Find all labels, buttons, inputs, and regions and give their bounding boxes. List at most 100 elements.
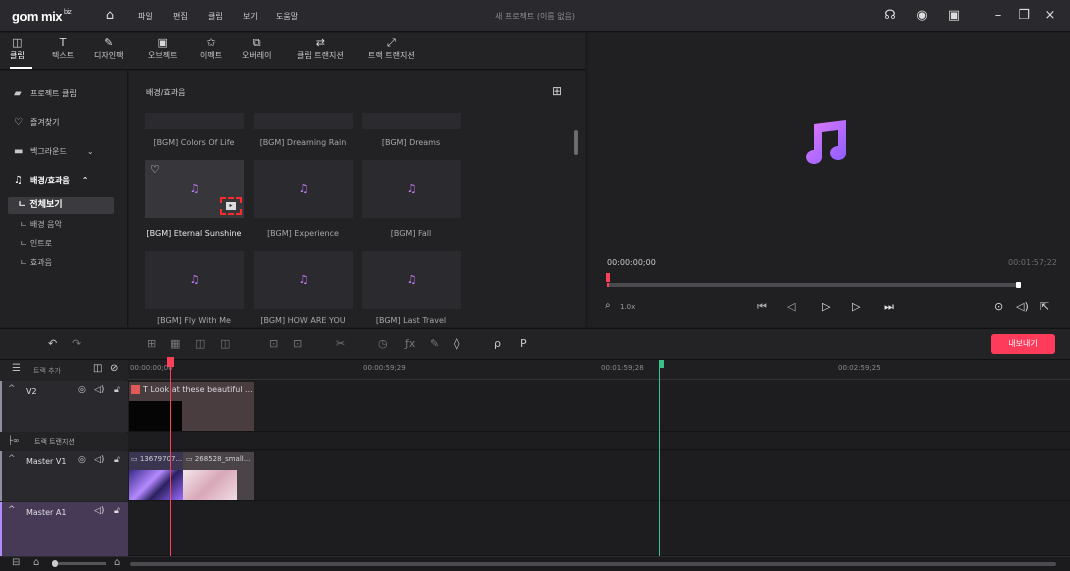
playhead-handle[interactable]: [167, 357, 174, 367]
play-icon[interactable]: ▷: [822, 300, 830, 313]
sidebar-item-bgm-sfx[interactable]: ♫ 배경/효과음 ⌃: [14, 174, 88, 188]
sidebar-sub-intro[interactable]: ㄴ 인트로: [20, 238, 52, 249]
skip-start-icon[interactable]: ⏮: [757, 300, 767, 314]
mute-icon[interactable]: ◁): [94, 506, 104, 516]
redo-icon[interactable]: ↷: [72, 337, 81, 350]
copy-icon[interactable]: ▦: [170, 337, 180, 350]
transition-link-icon: ├∞: [8, 436, 20, 445]
split-icon[interactable]: ⊞: [147, 337, 156, 350]
pop-out-icon[interactable]: ⇱: [1040, 300, 1049, 313]
close-icon[interactable]: ×: [1042, 8, 1058, 24]
chevron-down-icon: ⌄: [86, 147, 94, 156]
eye-icon[interactable]: ◎: [78, 385, 86, 395]
marker-icon[interactable]: ρ: [494, 337, 501, 350]
media-thumb[interactable]: [145, 113, 244, 129]
track-v2-name: V2: [26, 387, 37, 396]
track-v2-header: [0, 381, 128, 432]
zoom-in-icon[interactable]: ⌂: [114, 557, 120, 568]
frame-back-icon[interactable]: ◁: [787, 300, 795, 313]
mute-icon[interactable]: ◁): [94, 455, 104, 465]
document-title: 새 프로젝트 (이름 없음): [494, 12, 576, 21]
overlay-icon: ⧉: [252, 36, 261, 49]
tab-effect[interactable]: ✩ 이펙트: [200, 36, 222, 61]
add-to-timeline-highlight[interactable]: ▸: [220, 197, 242, 215]
shield-icon[interactable]: ◊: [454, 337, 459, 350]
text-clip-icon: [131, 385, 140, 394]
support-icon[interactable]: ☊: [882, 8, 898, 24]
tab-design-pack[interactable]: ✎ 디자인팩: [94, 36, 123, 61]
sidebar-item-favorites[interactable]: ♡ 즐겨찾기: [14, 116, 59, 130]
pen-icon[interactable]: ✎: [430, 337, 439, 350]
collapse-icon[interactable]: ^: [8, 384, 16, 394]
text-icon: T: [59, 36, 67, 49]
library-scrollbar[interactable]: [574, 130, 578, 155]
track-lock-icon[interactable]: ◫: [93, 363, 102, 374]
track-master-a1: [0, 502, 1070, 556]
link-icon[interactable]: ⊘: [110, 363, 118, 374]
active-tab-indicator: [10, 67, 32, 69]
undo-icon[interactable]: ↶: [48, 337, 57, 350]
zoom-icon[interactable]: ⌕: [605, 300, 611, 311]
lock-icon[interactable]: 🔓︎: [114, 506, 120, 516]
end-marker-flag: [659, 360, 664, 368]
playhead-line[interactable]: [170, 358, 171, 556]
media-title: [BGM] Experience: [267, 229, 339, 238]
export-button[interactable]: 내보내기: [991, 334, 1055, 354]
restore-icon[interactable]: ❐: [1016, 8, 1032, 24]
add-track-icon[interactable]: ☰: [12, 363, 21, 374]
speed-icon[interactable]: ◷: [378, 337, 388, 350]
media-thumb[interactable]: [254, 113, 353, 129]
timeline-scrollbar[interactable]: [130, 562, 1056, 566]
fit-icon[interactable]: ⊟: [12, 557, 20, 568]
object-icon: ▣: [157, 36, 168, 49]
sidebar-sub-bgm[interactable]: ㄴ 배경 음악: [20, 219, 62, 230]
sidebar-sub-sfx[interactable]: ㄴ 효과음: [20, 257, 52, 268]
save-icon[interactable]: ▣: [946, 8, 962, 24]
sidebar-sub-all[interactable]: ㄴ 전체보기: [8, 197, 114, 214]
music-note-icon: ♫: [298, 182, 309, 195]
crop-left-icon[interactable]: ◫: [195, 337, 205, 350]
insert-icon[interactable]: ⊡: [269, 337, 278, 350]
seek-progress: [607, 283, 609, 287]
collapse-icon[interactable]: ^: [8, 454, 16, 464]
mute-icon[interactable]: ◁): [94, 385, 104, 395]
tab-overlay[interactable]: ⧉ 오버레이: [242, 36, 271, 61]
overwrite-icon[interactable]: ⊡: [293, 337, 302, 350]
collapse-icon[interactable]: ^: [8, 505, 16, 515]
zoom-out-icon[interactable]: ⌂: [33, 557, 39, 568]
tab-clip-transition[interactable]: ⇄ 클립 트랜지션: [297, 36, 344, 61]
media-thumb[interactable]: [362, 113, 461, 129]
minimize-icon[interactable]: –: [990, 8, 1006, 24]
crop-right-icon[interactable]: ◫: [220, 337, 230, 350]
tab-object[interactable]: ▣ 오브젝트: [148, 36, 177, 61]
track-master-v1-name: Master V1: [26, 457, 67, 466]
account-icon[interactable]: ◉: [914, 8, 930, 24]
ruler-label: 00:02:59;25: [838, 364, 881, 372]
favorite-heart-icon[interactable]: ♡: [150, 163, 160, 176]
seek-bar[interactable]: [607, 283, 1021, 287]
fx-icon[interactable]: ƒx: [405, 337, 415, 350]
folder-icon: ▰: [14, 88, 22, 99]
sidebar-item-project-clip[interactable]: ▰ 프로젝트 클립: [14, 87, 77, 101]
cut-icon[interactable]: ✂: [336, 337, 345, 350]
add-track-label[interactable]: 트랙 추가: [33, 366, 61, 376]
skip-end-icon[interactable]: ⏭: [884, 300, 894, 314]
tab-clip[interactable]: ◫ 클립: [10, 36, 25, 61]
add-to-timeline-icon[interactable]: ▸: [226, 202, 236, 210]
bookmark-icon[interactable]: P: [520, 337, 527, 350]
video-thumbnail: [183, 470, 237, 500]
zoom-slider-handle[interactable]: [52, 560, 58, 567]
snapshot-icon[interactable]: ⊙: [994, 300, 1003, 313]
lock-icon[interactable]: 🔓︎: [114, 385, 120, 395]
frame-forward-icon[interactable]: ▷: [852, 300, 860, 313]
grid-view-icon[interactable]: ⊞: [552, 84, 562, 98]
lock-icon[interactable]: 🔓︎: [114, 455, 120, 465]
timeline-end-marker: [659, 360, 660, 556]
tab-text[interactable]: T 텍스트: [52, 36, 74, 61]
volume-icon[interactable]: ◁): [1016, 300, 1029, 313]
zoom-slider[interactable]: [52, 562, 106, 565]
eye-icon[interactable]: ◎: [78, 455, 86, 465]
seek-handle[interactable]: [606, 273, 610, 282]
tab-track-transition[interactable]: ⤢ 트랙 트랜지션: [368, 36, 415, 61]
sidebar-item-background[interactable]: ▬ 백그라운드 ⌄: [14, 145, 94, 159]
